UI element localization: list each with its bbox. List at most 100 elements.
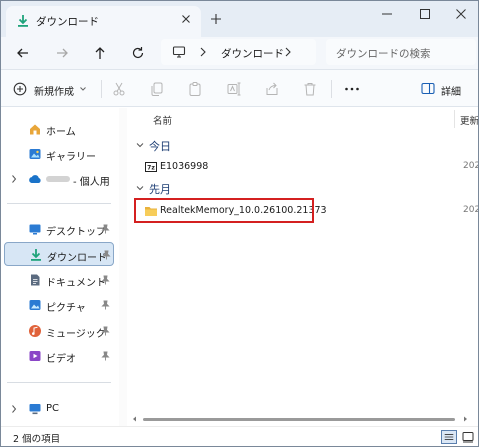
maximize-icon[interactable] [413, 5, 437, 23]
minimize-icon[interactable] [375, 5, 399, 23]
sidebar-item-downloads[interactable]: ダウンロード [4, 242, 114, 266]
file-name: E1036998 [160, 161, 209, 172]
sidebar-divider [7, 382, 111, 383]
plus-circle-icon [13, 82, 27, 96]
sidebar-item-label: ピクチャ [46, 303, 86, 314]
column-divider[interactable] [454, 110, 455, 128]
svg-text:7z: 7z [147, 165, 155, 172]
gallery-icon [29, 149, 41, 159]
title-bar: ダウンロード [1, 1, 478, 37]
share-icon[interactable] [264, 81, 280, 97]
file-explorer-window: ダウンロード ダウンロード ダウンロードの検索 新規作成 詳細 ホーム ギャラリ… [0, 0, 479, 447]
item-count: 2 個の項目 [13, 434, 61, 445]
details-pane-button[interactable]: 詳細 [421, 80, 476, 98]
pin-icon [101, 275, 110, 285]
pin-icon [102, 250, 111, 260]
scroll-left-icon[interactable] [131, 415, 139, 423]
pin-icon [101, 224, 110, 234]
sidebar-item-label: ビデオ [46, 354, 76, 365]
chevron-right-icon[interactable] [198, 45, 208, 59]
more-options-icon[interactable] [343, 81, 361, 97]
sidebar-item-label: ダウンロード [47, 253, 107, 264]
chevron-right-icon[interactable] [10, 404, 18, 414]
music-icon [29, 325, 41, 337]
command-bar: 新規作成 詳細 [1, 69, 478, 107]
sidebar-item-onedrive[interactable]: - 個人用 [4, 167, 114, 191]
pin-icon [101, 351, 110, 361]
new-button-label: 新規作成 [34, 87, 74, 98]
chevron-down-icon[interactable] [135, 140, 145, 150]
toolbar-divider [101, 80, 102, 98]
home-icon [30, 124, 40, 135]
sidebar-item-desktop[interactable]: デスクトップ [4, 217, 114, 241]
sidebar-item-label: PC [46, 403, 60, 414]
sidebar-scrollbar[interactable] [119, 108, 127, 426]
cloud-icon [29, 175, 41, 183]
search-input[interactable]: ダウンロードの検索 [326, 39, 476, 65]
address-bar[interactable]: ダウンロード [161, 39, 316, 65]
file-row[interactable]: 7z E1036998 202 [137, 157, 479, 177]
7zip-archive-icon: 7z [145, 162, 157, 172]
refresh-icon[interactable] [130, 45, 146, 61]
chevron-down-icon [80, 87, 86, 91]
sidebar-item-pc[interactable]: PC [4, 397, 114, 421]
sidebar-item-gallery[interactable]: ギャラリー [4, 142, 114, 166]
details-pane-icon [421, 82, 435, 95]
monitor-icon[interactable] [172, 45, 186, 59]
column-header-row: 名前 更新 [127, 108, 478, 130]
sidebar-divider [7, 203, 111, 204]
sidebar-item-label: デスクトップ [46, 227, 106, 238]
close-window-icon[interactable] [449, 5, 473, 23]
sidebar-item-pictures[interactable]: ピクチャ [4, 293, 114, 317]
group-label: 先月 [149, 183, 171, 196]
chevron-right-icon[interactable] [10, 174, 18, 184]
address-segment-downloads[interactable]: ダウンロード [221, 46, 284, 61]
details-view-icon[interactable] [441, 430, 457, 444]
desktop-icon [29, 224, 41, 235]
videos-icon [29, 351, 41, 361]
delete-icon[interactable] [302, 81, 318, 97]
group-label: 今日 [149, 140, 171, 153]
details-label: 詳細 [441, 87, 461, 98]
forward-arrow-icon[interactable] [54, 45, 70, 61]
column-header-modified[interactable]: 更新 [460, 113, 478, 127]
toolbar-divider [331, 80, 332, 98]
pictures-icon [29, 300, 41, 310]
download-icon [31, 249, 41, 261]
tab-title: ダウンロード [36, 16, 99, 28]
red-highlight-box [134, 198, 314, 223]
file-modified-date: 202 [463, 205, 479, 215]
file-modified-date: 202 [463, 161, 479, 171]
sidebar-item-label: ミュージック [46, 329, 106, 340]
new-tab-icon[interactable] [209, 12, 223, 26]
sidebar-item-documents[interactable]: ドキュメント [4, 268, 114, 292]
sidebar-item-label: ギャラリー [46, 152, 96, 163]
up-arrow-icon[interactable] [92, 45, 108, 61]
cut-icon[interactable] [111, 81, 127, 97]
scroll-right-icon[interactable] [461, 415, 469, 423]
sidebar-item-videos[interactable]: ビデオ [4, 344, 114, 368]
download-icon [18, 15, 28, 27]
documents-icon [31, 274, 40, 286]
close-tab-icon[interactable] [179, 12, 193, 26]
horizontal-scrollbar-thumb[interactable] [143, 418, 455, 421]
large-icons-view-icon[interactable] [460, 430, 476, 444]
column-header-name[interactable]: 名前 [153, 113, 172, 127]
rename-icon[interactable] [226, 81, 242, 97]
chevron-right-icon[interactable] [283, 45, 293, 59]
pc-icon [29, 404, 41, 415]
tab-downloads[interactable]: ダウンロード [6, 6, 201, 37]
copy-icon[interactable] [149, 81, 165, 97]
sidebar-item-music[interactable]: ミュージック [4, 319, 114, 343]
pin-icon [101, 300, 110, 310]
back-arrow-icon[interactable] [15, 45, 31, 61]
paste-icon[interactable] [187, 81, 203, 97]
sidebar-item-home[interactable]: ホーム [4, 117, 114, 141]
navigation-bar: ダウンロード ダウンロードの検索 [1, 37, 478, 69]
status-bar: 2 個の項目 [1, 426, 478, 446]
chevron-down-icon[interactable] [135, 183, 145, 193]
blurred-account-name [46, 176, 70, 182]
new-button[interactable]: 新規作成 [13, 80, 93, 98]
navigation-pane: ホーム ギャラリー - 個人用 デスクトップ ダウンロード ドキュメント ピクチ… [1, 108, 119, 426]
sidebar-item-label: ホーム [46, 127, 76, 138]
